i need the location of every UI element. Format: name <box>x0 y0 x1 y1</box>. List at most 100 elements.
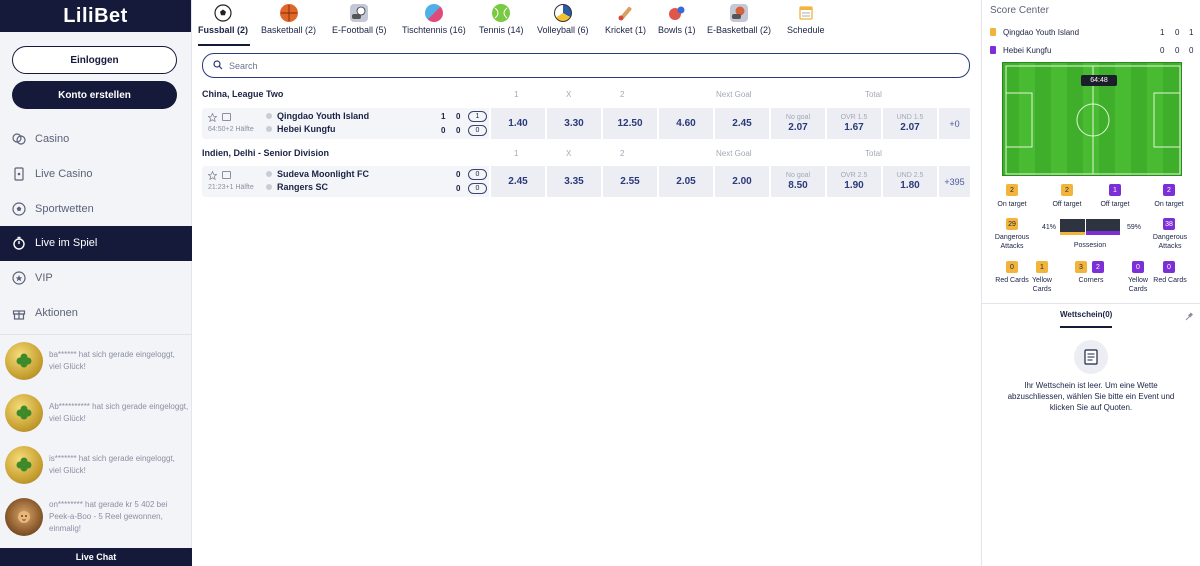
odd-button-no-goal[interactable]: No goal 8.50 <box>769 166 825 197</box>
away-shirt-icon <box>990 46 996 54</box>
home-shirt-icon <box>990 28 996 36</box>
odd-button-next-goal-home[interactable]: 4.60 <box>657 108 713 139</box>
score-center-panel: Score Center Qingdao Youth Island 1 0 1 … <box>981 0 1200 566</box>
odd-button-1[interactable]: 1.40 <box>489 108 545 139</box>
odd-button-over[interactable]: OVR 1.5 1.67 <box>825 108 881 139</box>
tab-tennis[interactable]: Tennis (14) <box>479 4 524 35</box>
tab-volleyball[interactable]: Volleyball (6) <box>537 4 589 35</box>
home-score: 1 <box>441 112 446 121</box>
odd-button-x[interactable]: 3.35 <box>545 166 601 197</box>
away-team-name: Rangers SC <box>277 182 329 192</box>
tab-tischtennis[interactable]: Tischtennis (16) <box>402 4 466 35</box>
search-bar[interactable] <box>202 53 970 78</box>
more-markets-button[interactable]: +0 <box>937 108 970 139</box>
activity-feed: ba****** hat sich gerade eingeloggt, vie… <box>0 334 192 548</box>
nav-item-casino[interactable]: Casino <box>0 122 192 157</box>
score-center-title: Score Center <box>990 5 1049 16</box>
home-possession-bar <box>1060 219 1085 235</box>
search-input[interactable] <box>229 60 929 71</box>
match-row[interactable]: 21:23+1 Hälfte Sudeva Moonlight FC Range… <box>202 166 970 197</box>
nav-item-vip[interactable]: VIP <box>0 261 192 296</box>
away-yellow-cards-count: 0 <box>1132 261 1144 273</box>
odd-button-no-goal[interactable]: No goal 2.07 <box>769 108 825 139</box>
search-icon <box>213 59 223 72</box>
tab-schedule[interactable]: Schedule <box>787 4 825 35</box>
match-pitch: 64:48 <box>1002 62 1182 176</box>
away-on-target-label: On target <box>1154 201 1184 208</box>
tab-basketball[interactable]: Basketball (2) <box>261 4 316 35</box>
nav-item-sportwetten[interactable]: Sportwetten <box>0 191 192 226</box>
odd-value: 2.07 <box>788 122 808 133</box>
odd-value: 1.90 <box>844 180 864 191</box>
login-button[interactable]: Einloggen <box>12 46 177 74</box>
logo[interactable]: LiliBet <box>0 0 191 32</box>
odd-button-over[interactable]: OVR 2.5 1.90 <box>825 166 881 197</box>
tab-label: Kricket (1) <box>605 25 647 35</box>
home-team-name: Qingdao Youth Island <box>277 111 370 121</box>
away-score: 0 <box>456 126 461 135</box>
tab-e-basketball[interactable]: E-Basketball (2) <box>707 4 771 35</box>
stats-icon[interactable] <box>222 113 231 121</box>
feed-item: Ab********** hat sich gerade eingeloggt,… <box>0 387 192 439</box>
tab-kricket[interactable]: Kricket (1) <box>605 4 646 35</box>
away-score: 0 <box>456 184 461 193</box>
odd-value: 2.45 <box>732 118 752 129</box>
home-team-name: Qingdao Youth Island <box>1003 27 1080 37</box>
tab-label: Schedule <box>787 25 825 35</box>
odd-button-x[interactable]: 3.30 <box>545 108 601 139</box>
betslip-tab[interactable]: Wettschein(0) <box>1060 310 1112 319</box>
odd-value: 3.35 <box>564 176 584 187</box>
odd-button-next-goal-away[interactable]: 2.00 <box>713 166 769 197</box>
odd-label: UND 1.5 <box>896 114 924 121</box>
odd-button-1[interactable]: 2.45 <box>489 166 545 197</box>
more-markets-button[interactable]: +395 <box>937 166 970 197</box>
home-corners-count: 3 <box>1075 261 1087 273</box>
col-header: Total <box>865 89 882 99</box>
tab-e-football[interactable]: E-Football (5) <box>332 4 387 35</box>
odd-button-under[interactable]: UND 1.5 2.07 <box>881 108 937 139</box>
pin-icon[interactable] <box>1185 312 1194 323</box>
nav-label: Live im Spiel <box>35 237 98 250</box>
home-score-period: 1 <box>1189 27 1194 37</box>
nav-item-live-im-spiel[interactable]: Live im Spiel <box>0 226 192 261</box>
soccer-ball-icon <box>214 4 232 22</box>
odd-button-next-goal-away[interactable]: 2.45 <box>713 108 769 139</box>
tab-bowls[interactable]: Bowls (1) <box>658 4 696 35</box>
odd-value: 2.45 <box>508 176 528 187</box>
feed-text: Ab********** hat sich gerade eingeloggt,… <box>49 402 189 423</box>
odd-button-2[interactable]: 2.55 <box>601 166 657 197</box>
odd-button-under[interactable]: UND 2.5 1.80 <box>881 166 937 197</box>
odd-label: OVR 2.5 <box>840 172 868 179</box>
nav-item-live-casino[interactable]: Live Casino <box>0 157 192 192</box>
favorite-star-icon[interactable] <box>207 170 218 181</box>
home-score: 0 <box>456 170 461 179</box>
away-corners-count: 2 <box>1092 261 1104 273</box>
more-markets-count: +0 <box>949 118 960 129</box>
col-header: Total <box>865 148 882 158</box>
more-markets-count: +395 <box>944 176 965 187</box>
stopwatch-icon <box>12 236 26 251</box>
away-score-pill: 0 <box>468 183 487 194</box>
away-team: Hebei Kungfu <box>266 124 336 134</box>
match-clock: 64:48 <box>1081 75 1117 86</box>
league-name: Indien, Delhi - Senior Division <box>202 148 330 158</box>
stats-icon[interactable] <box>222 171 231 179</box>
nav-item-aktionen[interactable]: Aktionen <box>0 295 192 330</box>
odd-button-next-goal-home[interactable]: 2.05 <box>657 166 713 197</box>
team-dot <box>266 171 272 177</box>
league-header: China, League Two 1 X 2 Next Goal Total <box>202 86 970 102</box>
match-row[interactable]: 64:50+2 Hälfte Qingdao Youth Island Hebe… <box>202 108 970 139</box>
betslip-tab-label: Wettschein <box>1060 310 1103 319</box>
home-off-target-count: 2 <box>1061 184 1073 196</box>
match-time: 21:23+1 Hälfte <box>208 184 254 191</box>
e-basketball-icon <box>730 4 749 22</box>
nav-label: VIP <box>35 272 53 285</box>
nav-label: Aktionen <box>35 306 78 319</box>
favorite-star-icon[interactable] <box>207 112 218 123</box>
live-chat-button[interactable]: Live Chat <box>0 548 192 566</box>
register-button[interactable]: Konto erstellen <box>12 81 177 109</box>
odd-button-2[interactable]: 12.50 <box>601 108 657 139</box>
away-yellow-cards-label: Yellow Cards <box>1128 277 1148 293</box>
cards-icon <box>12 167 26 181</box>
tab-fussball[interactable]: Fussball (2) <box>198 4 248 35</box>
